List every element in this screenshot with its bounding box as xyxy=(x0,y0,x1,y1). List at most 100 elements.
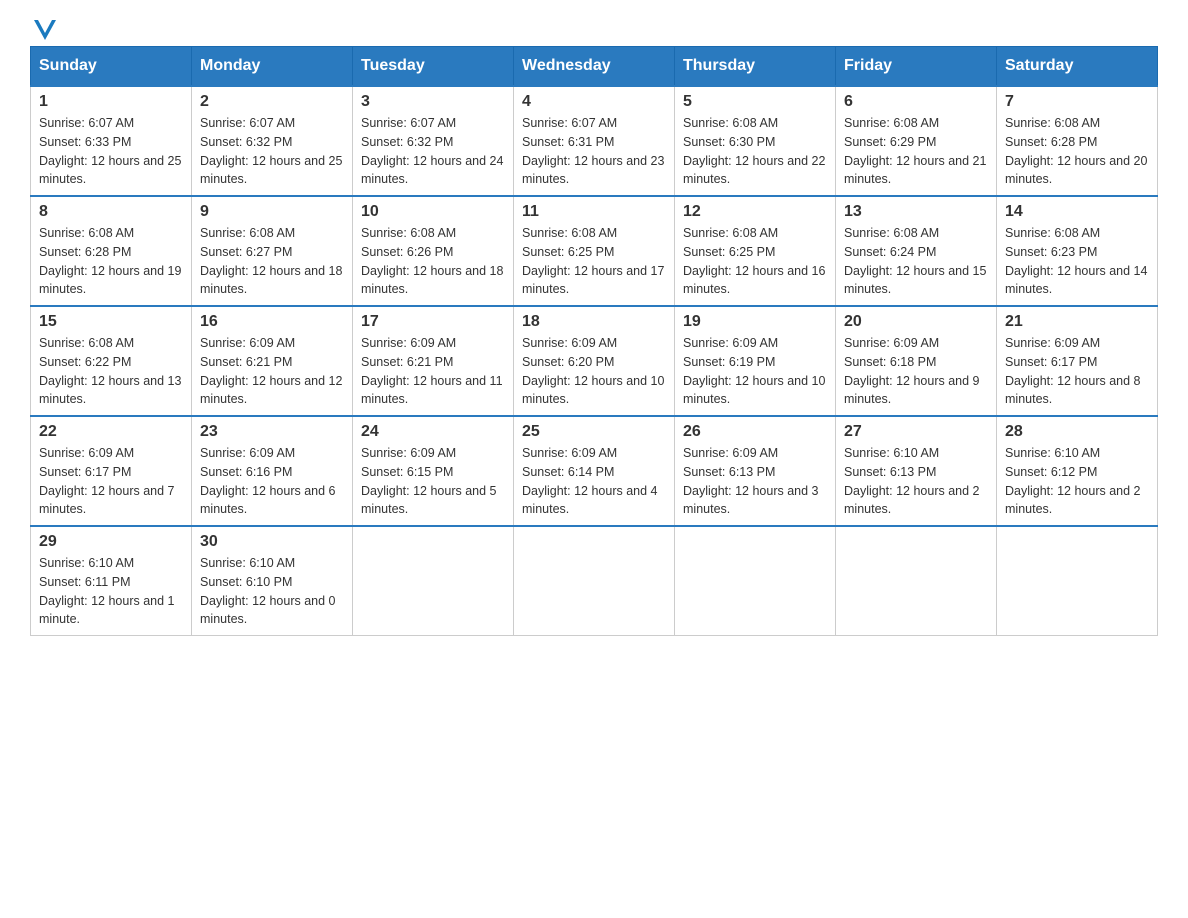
day-info: Sunrise: 6:08 AMSunset: 6:26 PMDaylight:… xyxy=(361,224,505,299)
day-number: 9 xyxy=(200,203,344,221)
day-info: Sunrise: 6:08 AMSunset: 6:28 PMDaylight:… xyxy=(1005,114,1149,189)
day-info: Sunrise: 6:09 AMSunset: 6:21 PMDaylight:… xyxy=(200,334,344,409)
calendar-cell: 23Sunrise: 6:09 AMSunset: 6:16 PMDayligh… xyxy=(192,416,353,526)
header-sunday: Sunday xyxy=(31,47,192,87)
header-wednesday: Wednesday xyxy=(514,47,675,87)
day-info: Sunrise: 6:09 AMSunset: 6:18 PMDaylight:… xyxy=(844,334,988,409)
calendar-cell: 1 Sunrise: 6:07 AMSunset: 6:33 PMDaylight… xyxy=(31,86,192,196)
calendar-cell: 11 Sunrise: 6:08 AMSunset: 6:25 PMDayligh… xyxy=(514,196,675,306)
day-number: 27 xyxy=(844,423,988,441)
calendar-cell: 28 Sunrise: 6:10 AMSunset: 6:12 PMDayligh… xyxy=(997,416,1158,526)
calendar-cell xyxy=(514,526,675,636)
day-info: Sunrise: 6:08 AMSunset: 6:23 PMDaylight:… xyxy=(1005,224,1149,299)
calendar-cell: 16 Sunrise: 6:09 AMSunset: 6:21 PMDayligh… xyxy=(192,306,353,416)
day-info: Sunrise: 6:08 AMSunset: 6:29 PMDaylight:… xyxy=(844,114,988,189)
calendar-cell xyxy=(836,526,997,636)
calendar-cell: 17 Sunrise: 6:09 AMSunset: 6:21 PMDayligh… xyxy=(353,306,514,416)
day-number: 10 xyxy=(361,203,505,221)
day-info: Sunrise: 6:09 AMSunset: 6:20 PMDaylight:… xyxy=(522,334,666,409)
day-number: 17 xyxy=(361,313,505,331)
header-tuesday: Tuesday xyxy=(353,47,514,87)
day-number: 26 xyxy=(683,423,827,441)
day-info: Sunrise: 6:09 AMSunset: 6:13 PMDaylight:… xyxy=(683,444,827,519)
calendar-cell: 30 Sunrise: 6:10 AMSunset: 6:10 PMDayligh… xyxy=(192,526,353,636)
day-info: Sunrise: 6:10 AMSunset: 6:11 PMDaylight:… xyxy=(39,554,183,629)
calendar-cell: 24Sunrise: 6:09 AMSunset: 6:15 PMDayligh… xyxy=(353,416,514,526)
day-info: Sunrise: 6:08 AMSunset: 6:22 PMDaylight:… xyxy=(39,334,183,409)
header-monday: Monday xyxy=(192,47,353,87)
calendar-cell: 7 Sunrise: 6:08 AMSunset: 6:28 PMDaylight… xyxy=(997,86,1158,196)
header-saturday: Saturday xyxy=(997,47,1158,87)
day-info: Sunrise: 6:09 AMSunset: 6:21 PMDaylight:… xyxy=(361,334,505,409)
calendar-cell: 10 Sunrise: 6:08 AMSunset: 6:26 PMDayligh… xyxy=(353,196,514,306)
calendar-cell: 27 Sunrise: 6:10 AMSunset: 6:13 PMDayligh… xyxy=(836,416,997,526)
calendar-header-row: SundayMondayTuesdayWednesdayThursdayFrid… xyxy=(31,47,1158,87)
day-number: 14 xyxy=(1005,203,1149,221)
calendar-cell: 13 Sunrise: 6:08 AMSunset: 6:24 PMDayligh… xyxy=(836,196,997,306)
day-info: Sunrise: 6:10 AMSunset: 6:13 PMDaylight:… xyxy=(844,444,988,519)
day-info: Sunrise: 6:09 AMSunset: 6:19 PMDaylight:… xyxy=(683,334,827,409)
calendar-week-row: 22Sunrise: 6:09 AMSunset: 6:17 PMDayligh… xyxy=(31,416,1158,526)
day-number: 4 xyxy=(522,93,666,111)
calendar-week-row: 29 Sunrise: 6:10 AMSunset: 6:11 PMDayligh… xyxy=(31,526,1158,636)
calendar-cell: 4 Sunrise: 6:07 AMSunset: 6:31 PMDaylight… xyxy=(514,86,675,196)
day-number: 20 xyxy=(844,313,988,331)
calendar-cell: 29 Sunrise: 6:10 AMSunset: 6:11 PMDayligh… xyxy=(31,526,192,636)
calendar-cell: 20 Sunrise: 6:09 AMSunset: 6:18 PMDayligh… xyxy=(836,306,997,416)
day-number: 7 xyxy=(1005,93,1149,111)
day-info: Sunrise: 6:10 AMSunset: 6:12 PMDaylight:… xyxy=(1005,444,1149,519)
header-thursday: Thursday xyxy=(675,47,836,87)
day-number: 16 xyxy=(200,313,344,331)
calendar-cell: 19 Sunrise: 6:09 AMSunset: 6:19 PMDayligh… xyxy=(675,306,836,416)
day-number: 18 xyxy=(522,313,666,331)
day-info: Sunrise: 6:09 AMSunset: 6:17 PMDaylight:… xyxy=(1005,334,1149,409)
calendar-cell: 6 Sunrise: 6:08 AMSunset: 6:29 PMDaylight… xyxy=(836,86,997,196)
calendar-table: SundayMondayTuesdayWednesdayThursdayFrid… xyxy=(30,46,1158,636)
day-number: 19 xyxy=(683,313,827,331)
calendar-cell xyxy=(997,526,1158,636)
day-info: Sunrise: 6:07 AMSunset: 6:32 PMDaylight:… xyxy=(361,114,505,189)
day-info: Sunrise: 6:07 AMSunset: 6:32 PMDaylight:… xyxy=(200,114,344,189)
day-info: Sunrise: 6:09 AMSunset: 6:14 PMDaylight:… xyxy=(522,444,666,519)
calendar-cell: 22Sunrise: 6:09 AMSunset: 6:17 PMDayligh… xyxy=(31,416,192,526)
day-info: Sunrise: 6:08 AMSunset: 6:24 PMDaylight:… xyxy=(844,224,988,299)
day-number: 6 xyxy=(844,93,988,111)
calendar-cell xyxy=(675,526,836,636)
day-number: 29 xyxy=(39,533,183,551)
day-number: 5 xyxy=(683,93,827,111)
calendar-week-row: 15Sunrise: 6:08 AMSunset: 6:22 PMDayligh… xyxy=(31,306,1158,416)
calendar-cell: 12 Sunrise: 6:08 AMSunset: 6:25 PMDayligh… xyxy=(675,196,836,306)
calendar-cell: 21Sunrise: 6:09 AMSunset: 6:17 PMDayligh… xyxy=(997,306,1158,416)
day-info: Sunrise: 6:10 AMSunset: 6:10 PMDaylight:… xyxy=(200,554,344,629)
day-info: Sunrise: 6:08 AMSunset: 6:27 PMDaylight:… xyxy=(200,224,344,299)
calendar-cell: 3 Sunrise: 6:07 AMSunset: 6:32 PMDaylight… xyxy=(353,86,514,196)
day-info: Sunrise: 6:09 AMSunset: 6:15 PMDaylight:… xyxy=(361,444,505,519)
day-number: 11 xyxy=(522,203,666,221)
header-friday: Friday xyxy=(836,47,997,87)
calendar-cell: 14 Sunrise: 6:08 AMSunset: 6:23 PMDayligh… xyxy=(997,196,1158,306)
calendar-cell: 5 Sunrise: 6:08 AMSunset: 6:30 PMDaylight… xyxy=(675,86,836,196)
calendar-week-row: 8 Sunrise: 6:08 AMSunset: 6:28 PMDaylight… xyxy=(31,196,1158,306)
logo-triangle-icon xyxy=(34,20,56,40)
day-number: 1 xyxy=(39,93,183,111)
day-info: Sunrise: 6:08 AMSunset: 6:25 PMDaylight:… xyxy=(522,224,666,299)
day-number: 30 xyxy=(200,533,344,551)
day-number: 3 xyxy=(361,93,505,111)
day-number: 28 xyxy=(1005,423,1149,441)
calendar-cell: 9 Sunrise: 6:08 AMSunset: 6:27 PMDaylight… xyxy=(192,196,353,306)
day-number: 12 xyxy=(683,203,827,221)
day-info: Sunrise: 6:08 AMSunset: 6:25 PMDaylight:… xyxy=(683,224,827,299)
day-info: Sunrise: 6:08 AMSunset: 6:28 PMDaylight:… xyxy=(39,224,183,299)
calendar-cell: 15Sunrise: 6:08 AMSunset: 6:22 PMDayligh… xyxy=(31,306,192,416)
calendar-cell: 18 Sunrise: 6:09 AMSunset: 6:20 PMDayligh… xyxy=(514,306,675,416)
day-number: 25 xyxy=(522,423,666,441)
logo xyxy=(30,20,56,36)
day-number: 8 xyxy=(39,203,183,221)
day-info: Sunrise: 6:08 AMSunset: 6:30 PMDaylight:… xyxy=(683,114,827,189)
day-number: 23 xyxy=(200,423,344,441)
day-info: Sunrise: 6:07 AMSunset: 6:31 PMDaylight:… xyxy=(522,114,666,189)
day-info: Sunrise: 6:07 AMSunset: 6:33 PMDaylight:… xyxy=(39,114,183,189)
day-number: 13 xyxy=(844,203,988,221)
calendar-cell xyxy=(353,526,514,636)
day-number: 22 xyxy=(39,423,183,441)
